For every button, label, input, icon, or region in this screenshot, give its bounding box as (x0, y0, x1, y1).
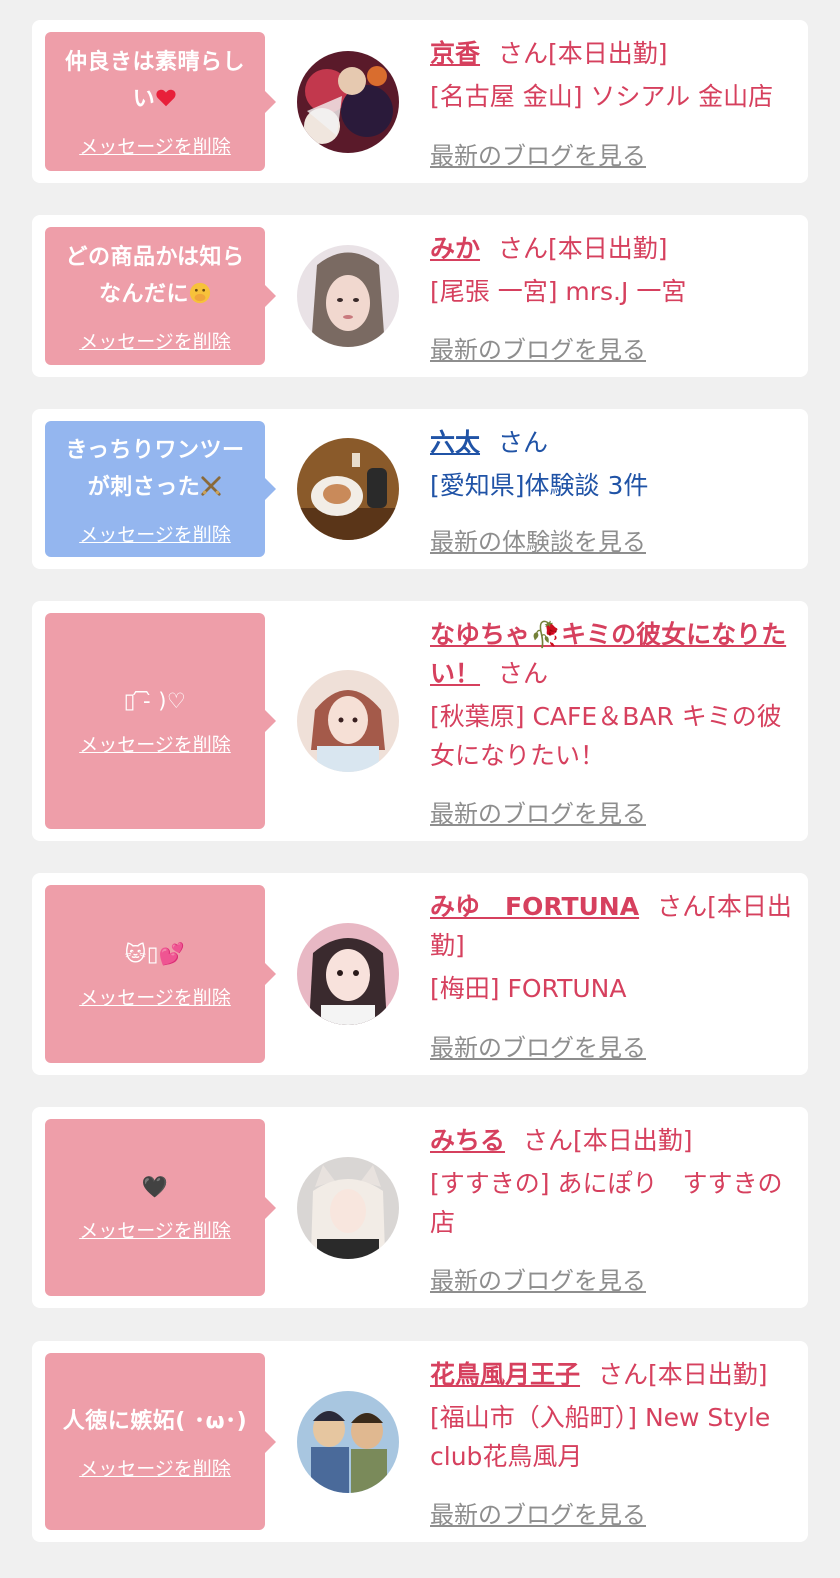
message-bubble: 🖤 メッセージを削除 (45, 1119, 276, 1296)
profile-suffix: さん[本日出勤] (523, 1126, 693, 1155)
crossed-swords-icon (200, 475, 222, 500)
shop-text: [秋葉原] CAFE＆BAR キミの彼女になりたい！ (430, 702, 782, 770)
delete-message-link[interactable]: メッセージを削除 (79, 327, 231, 354)
shop-text: [尾張 一宮] mrs.J 一宮 (430, 277, 687, 306)
avatar[interactable] (297, 923, 399, 1025)
profile-suffix: さん (498, 428, 549, 457)
delete-message-link[interactable]: メッセージを削除 (79, 1216, 231, 1243)
message-card: どの商品かは知らなんだに メッセージを削除 みか さん[本日出勤] [尾張 一宮]… (32, 215, 808, 377)
profile-name-link[interactable]: みか (430, 234, 480, 263)
message-bubble: 人徳に嫉妬( ･ω･) メッセージを削除 (45, 1353, 276, 1530)
profile-info: 京香 さん[本日出勤] [名古屋 金山] ソシアル 金山店 (430, 34, 794, 116)
message-card: 🐱▯💕 メッセージを削除 みゆ FORTUNA さん[本日出勤] [梅田] FOR… (32, 873, 808, 1075)
profile-suffix: さん[本日出勤] (498, 39, 668, 68)
shop-text: [福山市（入船町）] New Style club花鳥風月 (430, 1403, 771, 1471)
red-heart-icon (155, 87, 177, 112)
latest-review-link[interactable]: 最新の体験談を見る (430, 522, 646, 557)
delete-message-link[interactable]: メッセージを削除 (79, 983, 231, 1010)
delete-message-link[interactable]: メッセージを削除 (79, 520, 231, 547)
message-text: ▯ ᷇-᷆ )♡ (123, 688, 187, 713)
shop-text: [名古屋 金山] ソシアル 金山店 (430, 82, 774, 111)
avatar[interactable] (297, 245, 399, 347)
message-card: ▯ ᷇-᷆ )♡ メッセージを削除 なゆちゃ🥀キミの彼女になりたい！ さん [秋葉… (32, 601, 808, 841)
latest-blog-link[interactable]: 最新のブログを見る (430, 794, 646, 829)
hand-over-mouth-face-icon (189, 282, 211, 307)
message-text: 🐱▯💕 (124, 941, 186, 966)
shop-text: [愛知県]体験談 3件 (430, 471, 649, 500)
message-bubble: 🐱▯💕 メッセージを削除 (45, 885, 276, 1063)
profile-suffix: さん[本日出勤] (498, 234, 668, 263)
message-card: 仲良きは素晴らしい メッセージを削除 京香 さん[本日出勤] [名古屋 金山] ソ… (32, 20, 808, 183)
latest-blog-link[interactable]: 最新のブログを見る (430, 1495, 646, 1530)
latest-blog-link[interactable]: 最新のブログを見る (430, 330, 646, 365)
profile-name-link[interactable]: なゆちゃ🥀キミの彼女になりたい！ (430, 620, 786, 688)
message-text: どの商品かは知らなんだに (65, 244, 245, 307)
profile-suffix: さん[本日出勤] (598, 1360, 768, 1389)
avatar[interactable] (297, 438, 399, 540)
message-text: 人徳に嫉妬( ･ω･) (62, 1408, 248, 1434)
profile-info: なゆちゃ🥀キミの彼女になりたい！ さん [秋葉原] CAFE＆BAR キミの彼女に… (430, 615, 794, 775)
profile-name-link[interactable]: 花鳥風月王子 (430, 1360, 580, 1389)
latest-blog-link[interactable]: 最新のブログを見る (430, 1261, 646, 1296)
avatar[interactable] (297, 670, 399, 772)
avatar[interactable] (297, 1390, 399, 1493)
profile-suffix: さん (498, 659, 549, 688)
delete-message-link[interactable]: メッセージを削除 (79, 132, 231, 159)
message-bubble: 仲良きは素晴らしい メッセージを削除 (45, 32, 276, 171)
profile-info: みか さん[本日出勤] [尾張 一宮] mrs.J 一宮 (430, 229, 794, 311)
profile-info: 六太 さん [愛知県]体験談 3件 (430, 423, 794, 505)
delete-message-link[interactable]: メッセージを削除 (79, 730, 231, 757)
profile-name-link[interactable]: 京香 (430, 39, 480, 68)
profile-name-link[interactable]: 六太 (430, 428, 480, 457)
message-text: 🖤 (141, 1175, 169, 1199)
latest-blog-link[interactable]: 最新のブログを見る (430, 1028, 646, 1063)
delete-message-link[interactable]: メッセージを削除 (79, 1454, 231, 1481)
message-card: 人徳に嫉妬( ･ω･) メッセージを削除 花鳥風月王子 さん[本日出勤] [福山市… (32, 1341, 808, 1542)
message-card: 🖤 メッセージを削除 みちる さん[本日出勤] [すすきの] あにぽり すすきの店… (32, 1107, 808, 1308)
latest-blog-link[interactable]: 最新のブログを見る (430, 136, 646, 171)
message-bubble: どの商品かは知らなんだに メッセージを削除 (45, 227, 276, 365)
profile-name-link[interactable]: みゆ FORTUNA (430, 892, 639, 921)
avatar[interactable] (297, 1156, 399, 1259)
profile-info: みゆ FORTUNA さん[本日出勤] [梅田] FORTUNA (430, 887, 794, 1008)
profile-info: みちる さん[本日出勤] [すすきの] あにぽり すすきの店 (430, 1121, 794, 1242)
shop-text: [梅田] FORTUNA (430, 974, 627, 1003)
message-bubble: ▯ ᷇-᷆ )♡ メッセージを削除 (45, 613, 276, 829)
profile-name-link[interactable]: みちる (430, 1126, 505, 1155)
avatar[interactable] (297, 50, 399, 153)
message-bubble: きっちりワンツーが刺さった メッセージを削除 (45, 421, 276, 557)
message-list: 仲良きは素晴らしい メッセージを削除 京香 さん[本日出勤] [名古屋 金山] ソ… (0, 0, 840, 1578)
message-card: きっちりワンツーが刺さった メッセージを削除 六太 さん [愛知県]体験談 3件 … (32, 409, 808, 569)
profile-info: 花鳥風月王子 さん[本日出勤] [福山市（入船町）] New Style club… (430, 1355, 794, 1476)
shop-text: [すすきの] あにぽり すすきの店 (430, 1169, 783, 1237)
